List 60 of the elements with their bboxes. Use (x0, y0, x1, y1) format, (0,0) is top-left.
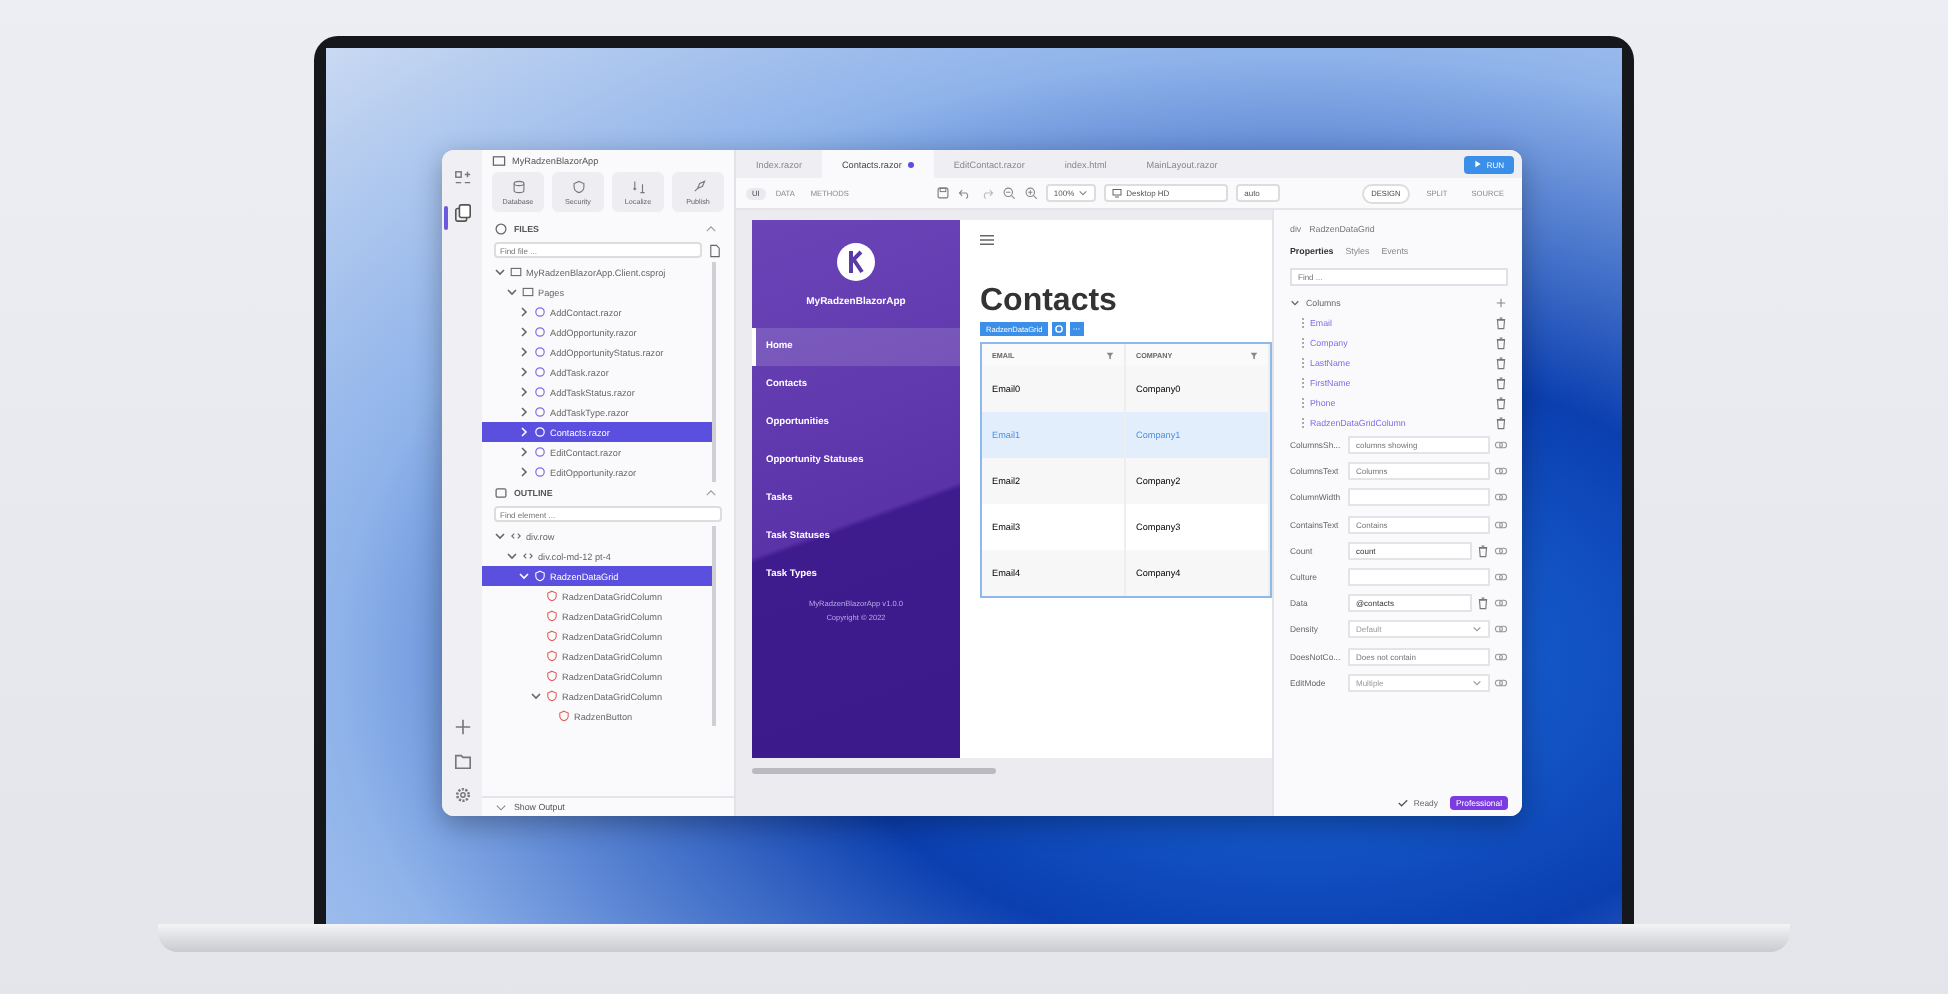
files-tab-indicator (444, 206, 448, 230)
caret-icon[interactable] (506, 550, 518, 562)
undo-icon[interactable] (957, 186, 972, 200)
folder-icon[interactable] (453, 752, 471, 770)
caret-icon[interactable] (518, 346, 530, 358)
chevron-down-icon (1078, 188, 1089, 198)
collapse-icon[interactable] (704, 222, 718, 236)
plus-icon[interactable] (453, 718, 471, 736)
collapse-icon[interactable] (704, 486, 718, 500)
chevron-down-icon (1472, 624, 1482, 635)
caret-icon[interactable] (518, 446, 530, 458)
trash-icon[interactable] (1494, 355, 1508, 369)
settings-icon[interactable] (453, 786, 471, 804)
play-icon (1474, 160, 1483, 168)
code-icon (510, 530, 522, 542)
expand-icon[interactable] (1290, 297, 1300, 307)
trash-icon[interactable] (1476, 596, 1490, 611)
save-icon[interactable] (935, 186, 950, 200)
caret-icon[interactable] (518, 386, 530, 398)
caret-icon[interactable] (530, 690, 542, 702)
files-icon[interactable] (453, 204, 471, 222)
check-icon (1395, 796, 1410, 810)
project-icon (492, 153, 506, 167)
chevron-icon (494, 800, 508, 814)
filter-icon[interactable] (1250, 351, 1258, 359)
caret-icon[interactable] (494, 530, 506, 542)
new-file-icon[interactable] (708, 243, 722, 257)
files-icon (494, 222, 508, 236)
page-heading: Contacts (980, 284, 1119, 320)
rocket-icon (691, 179, 705, 193)
chevron-down-icon (1472, 677, 1482, 688)
caret-icon[interactable] (518, 406, 530, 418)
caret-icon[interactable] (494, 266, 506, 278)
trash-icon[interactable] (1494, 415, 1508, 429)
filter-icon[interactable] (1106, 351, 1114, 359)
trash-icon[interactable] (1476, 543, 1490, 558)
caret-icon[interactable] (518, 466, 530, 478)
trash-icon[interactable] (1494, 395, 1508, 409)
database-icon (511, 179, 525, 193)
outline-icon (494, 486, 508, 500)
menu-icon[interactable] (980, 234, 994, 246)
pages-icon[interactable] (453, 170, 471, 188)
code-icon (522, 550, 534, 562)
zoom-in-icon[interactable] (1023, 186, 1038, 200)
monitor-icon (1112, 188, 1123, 198)
caret-icon[interactable] (518, 326, 530, 338)
property-field[interactable] (1348, 568, 1490, 587)
property-field[interactable] (1348, 488, 1490, 507)
trash-icon[interactable] (1494, 375, 1508, 389)
shield-icon (571, 179, 585, 193)
zoom-out-icon[interactable] (1001, 186, 1016, 200)
caret-icon[interactable] (518, 306, 530, 318)
caret-icon[interactable] (506, 286, 518, 298)
more-icon[interactable] (1070, 322, 1085, 336)
trash-icon[interactable] (1494, 335, 1508, 349)
trash-icon[interactable] (1494, 315, 1508, 329)
caret-icon[interactable] (518, 366, 530, 378)
scrollbar[interactable] (752, 767, 996, 773)
logo-icon (836, 242, 876, 282)
translate-icon (631, 179, 645, 193)
